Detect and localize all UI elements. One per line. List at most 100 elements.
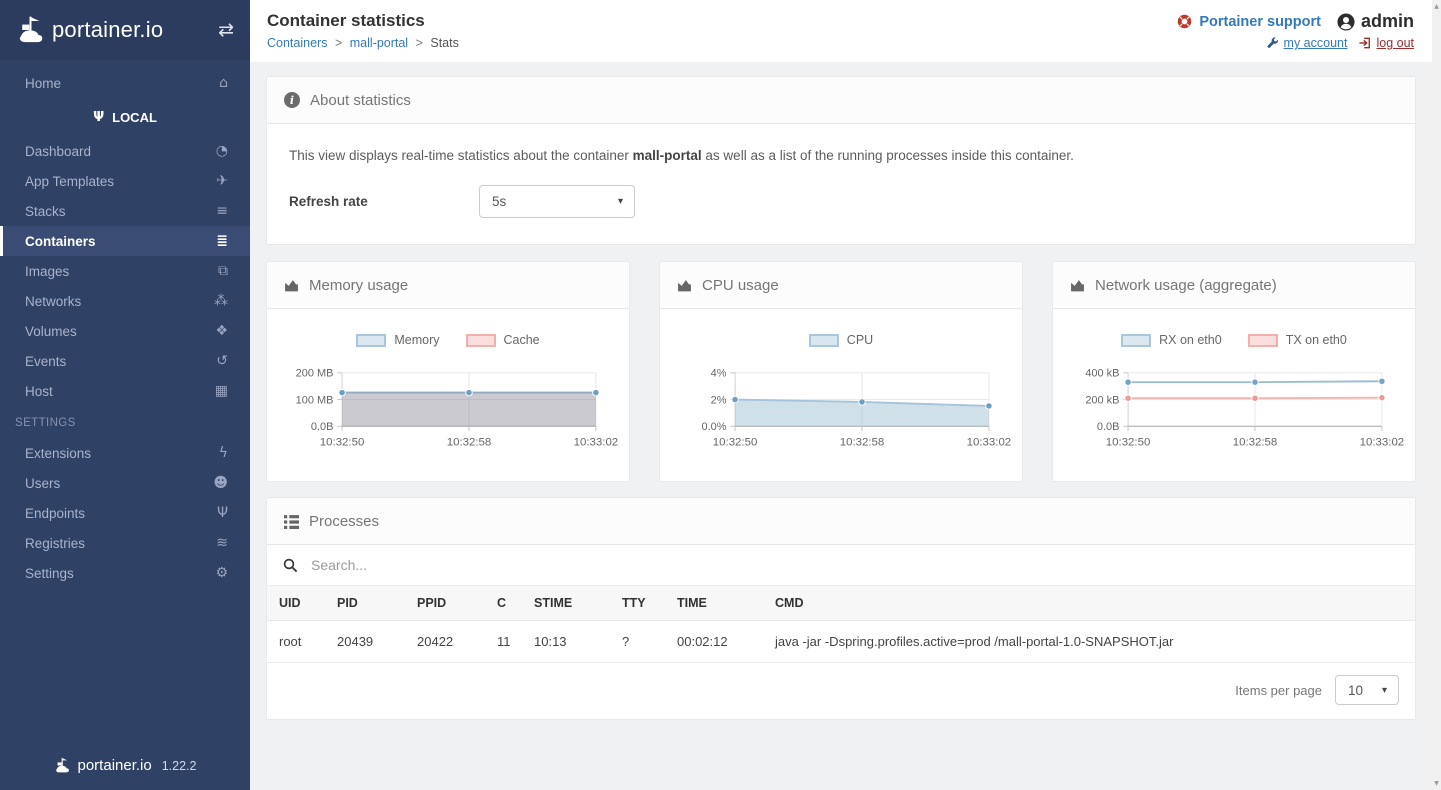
memory-chart-legend: Memory Cache <box>281 333 615 347</box>
legend-item-rx-on-eth0: RX on eth0 <box>1121 333 1222 347</box>
about-statistics-panel: i About statistics This view displays re… <box>266 76 1416 245</box>
user-menu[interactable]: admin <box>1337 11 1414 32</box>
svg-text:200 MB: 200 MB <box>296 368 334 380</box>
svg-text:10:33:02: 10:33:02 <box>1360 436 1405 448</box>
sidebar-item-endpoints[interactable]: EndpointsΨ <box>0 498 250 528</box>
svg-text:400 kB: 400 kB <box>1085 368 1119 380</box>
memory-usage-title: Memory usage <box>309 277 408 294</box>
items-per-page-select[interactable]: 10 ▾ <box>1335 675 1399 705</box>
svg-text:10:33:02: 10:33:02 <box>967 436 1012 448</box>
refresh-rate-select[interactable]: 5s ▾ <box>479 185 635 218</box>
my-account-link[interactable]: my account <box>1267 36 1348 50</box>
svg-text:200 kB: 200 kB <box>1085 394 1119 406</box>
sidebar-item-home[interactable]: Home⌂ <box>0 68 250 98</box>
sidebar-item-containers[interactable]: Containers≣ <box>0 226 250 256</box>
sign-out-icon <box>1359 37 1371 49</box>
about-title: About statistics <box>310 92 411 109</box>
sidebar-item-stacks[interactable]: Stacks≡ <box>0 196 250 226</box>
log-out-link[interactable]: log out <box>1359 36 1414 50</box>
network-usage-widget: Network usage (aggregate) RX on eth0TX o… <box>1052 261 1416 482</box>
brand-name[interactable]: portainer.io <box>52 17 163 43</box>
charts-row: Memory usage MemoryCache 0.0B100 MB200 M… <box>266 261 1416 482</box>
rocket-icon: ✈ <box>216 173 228 189</box>
cpu-usage-widget: CPU usage CPU 0.0%2%4%10:32:5010:32:5810… <box>659 261 1023 482</box>
breadcrumb-link-containers[interactable]: Containers <box>267 36 327 50</box>
sidebar-item-volumes[interactable]: Volumes❖ <box>0 316 250 346</box>
bolt-icon: ϟ <box>219 445 228 461</box>
breadcrumb-link-container-name[interactable]: mall-portal <box>350 36 408 50</box>
tachometer-icon: ◔ <box>216 143 228 159</box>
about-statistics-header: i About statistics <box>267 77 1415 124</box>
server-icon: ≣ <box>216 233 228 249</box>
legend-item-cpu: CPU <box>809 333 873 347</box>
sidebar-item-app-templates[interactable]: App Templates✈ <box>0 166 250 196</box>
column-header-stime: STIME <box>522 586 610 621</box>
cpu-usage-chart: 0.0%2%4%10:32:5010:32:5810:33:02 <box>674 359 1008 463</box>
sidebar: portainer.io ⇄ Home⌂ΨLOCALDashboard◔App … <box>0 0 250 790</box>
version-label: 1.22.2 <box>162 759 197 773</box>
legend-item-cache: Cache <box>466 333 540 347</box>
sidebar-item-events[interactable]: Events↺ <box>0 346 250 376</box>
processes-title: Processes <box>309 513 379 530</box>
sitemap-icon: ⁂ <box>214 293 228 309</box>
network-usage-chart: 0.0B200 kB400 kB10:32:5010:32:5810:33:02 <box>1067 359 1401 463</box>
endpoint-name-local: ΨLOCAL <box>0 100 250 134</box>
tasks-icon <box>284 514 299 529</box>
svg-text:0.0%: 0.0% <box>701 421 726 433</box>
processes-table: UIDPIDPPIDCSTIMETTYTIMECMD root204392042… <box>267 586 1415 663</box>
column-header-pid: PID <box>325 586 405 621</box>
copy-icon: ⧉ <box>218 263 228 279</box>
cubes-icon: ❖ <box>215 323 228 339</box>
table-header-row: UIDPIDPPIDCSTIMETTYTIMECMD <box>267 586 1415 621</box>
area-chart-icon <box>677 278 692 293</box>
sidebar-item-settings[interactable]: Settings⚙ <box>0 558 250 588</box>
processes-panel: Processes UIDPIDPPIDCSTIMETTYTIMECMD roo… <box>266 497 1416 720</box>
column-header-ppid: PPID <box>405 586 485 621</box>
page-header: Container statistics Containers > mall-p… <box>250 0 1432 62</box>
caret-down-icon: ▾ <box>618 196 623 207</box>
search-bar <box>267 545 1415 586</box>
items-per-page-label: Items per page <box>1235 683 1322 698</box>
scroll-down-icon[interactable]: ▼ <box>1434 780 1439 787</box>
legend-item-memory: Memory <box>356 333 439 347</box>
svg-text:100 MB: 100 MB <box>296 394 334 406</box>
table-row: root20439204221110:13?00:02:12java -jar … <box>267 621 1415 663</box>
legend-item-tx-on-eth0: TX on eth0 <box>1248 333 1347 347</box>
sidebar-item-networks[interactable]: Networks⁂ <box>0 286 250 316</box>
portainer-logo-icon <box>16 15 46 45</box>
sidebar-item-images[interactable]: Images⧉ <box>0 256 250 286</box>
page-body: i About statistics This view displays re… <box>250 62 1432 734</box>
column-header-c: C <box>485 586 522 621</box>
sidebar-item-extensions[interactable]: Extensionsϟ <box>0 438 250 468</box>
svg-text:4%: 4% <box>711 368 727 380</box>
about-description: This view displays real-time statistics … <box>289 148 1393 163</box>
area-chart-icon <box>284 278 299 293</box>
home-icon: ⌂ <box>219 75 228 91</box>
svg-text:10:33:02: 10:33:02 <box>574 436 619 448</box>
plug-icon: Ψ <box>93 110 104 125</box>
sidebar-item-dashboard[interactable]: Dashboard◔ <box>0 136 250 166</box>
table-body: root20439204221110:13?00:02:12java -jar … <box>267 621 1415 663</box>
cpu-chart-legend: CPU <box>674 333 1008 347</box>
main-content: Container statistics Containers > mall-p… <box>250 0 1441 790</box>
breadcrumb: Containers > mall-portal > Stats <box>267 36 459 50</box>
cpu-usage-title: CPU usage <box>702 277 779 294</box>
plug-icon: Ψ <box>217 505 228 521</box>
sidebar-item-host[interactable]: Host▦ <box>0 376 250 406</box>
caret-down-icon: ▾ <box>1382 685 1387 696</box>
sidebar-item-users[interactable]: Users☻ <box>0 468 250 498</box>
history-icon: ↺ <box>216 353 228 369</box>
sidebar-item-registries[interactable]: Registries≋ <box>0 528 250 558</box>
exchange-icon[interactable]: ⇄ <box>218 19 234 41</box>
scroll-up-icon[interactable]: ▲ <box>1434 3 1439 10</box>
vertical-scrollbar[interactable]: ▲ ▼ <box>1432 0 1441 790</box>
refresh-rate-label: Refresh rate <box>289 194 479 209</box>
pagination-controls: Items per page 10 ▾ <box>267 663 1415 719</box>
portainer-support-link[interactable]: Portainer support <box>1177 14 1321 30</box>
list-icon: ≡ <box>216 203 228 219</box>
sidebar-nav: Home⌂ΨLOCALDashboard◔App Templates✈Stack… <box>0 60 250 588</box>
svg-text:10:32:50: 10:32:50 <box>320 436 365 448</box>
processes-header: Processes <box>267 498 1415 545</box>
search-input[interactable] <box>309 556 1399 574</box>
svg-text:2%: 2% <box>711 394 727 406</box>
